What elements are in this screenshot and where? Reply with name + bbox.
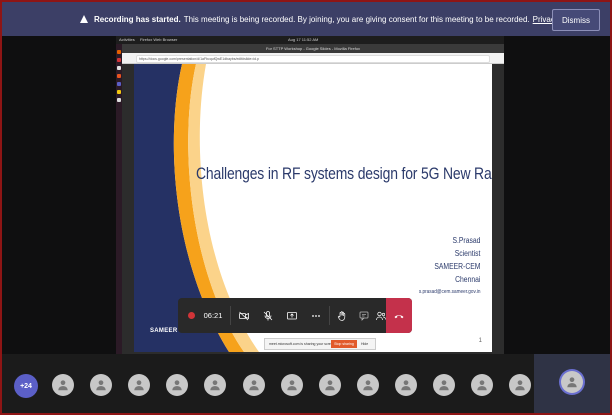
raise-hand-button[interactable]	[331, 298, 353, 333]
recording-indicator	[184, 298, 198, 333]
person-icon	[515, 380, 525, 391]
hang-up-icon	[394, 314, 404, 318]
sameer-logo: SAMEER	[150, 328, 178, 334]
hide-share-notice-button[interactable]: Hide	[361, 339, 368, 349]
hang-up-button[interactable]	[386, 298, 412, 333]
url-field: https://docs.google.com/presentation/d/1…	[136, 55, 490, 63]
os-activities: Activities	[119, 37, 135, 42]
participant-avatar[interactable]	[433, 374, 455, 396]
person-icon	[363, 380, 373, 391]
app-icon	[117, 74, 121, 78]
author-email: s.prasad@cem.sameer.gov.in	[418, 289, 480, 295]
participant-avatar[interactable]	[356, 374, 379, 396]
meeting-toolbar: 06:21	[178, 298, 412, 333]
person-icon	[134, 380, 144, 391]
browser-title: For STTP Workshop - Google Slides - Mozi…	[122, 44, 504, 53]
firefox-icon	[117, 50, 121, 54]
record-icon	[187, 312, 195, 319]
screen-share-notice: meet.microsoft.com is sharing your scree…	[264, 338, 376, 350]
participant-avatar[interactable]	[509, 374, 532, 396]
person-icon	[58, 380, 68, 391]
person-icon	[210, 380, 221, 391]
browser-toolbar: https://docs.google.com/presentation/d/1…	[122, 53, 504, 64]
recording-text: This meeting is being recorded. By joini…	[183, 14, 530, 24]
participant-avatar[interactable]	[394, 374, 417, 396]
recording-banner: Recording has started. This meeting is b…	[2, 2, 610, 36]
person-icon	[477, 380, 487, 391]
slide-title: Challenges in RF systems design for 5G N…	[196, 164, 492, 183]
chat-icon	[359, 311, 369, 321]
os-clock: Aug 17 11:52 AM	[288, 37, 319, 42]
person-icon	[567, 377, 577, 388]
recording-title: Recording has started.	[94, 14, 181, 24]
share-screen-button[interactable]	[280, 298, 304, 333]
participant-avatar[interactable]	[166, 374, 189, 396]
meeting-window: Recording has started. This meeting is b…	[2, 2, 610, 413]
app-icon	[117, 82, 121, 86]
warning-icon	[80, 15, 88, 23]
author-name: S.Prasad	[452, 236, 480, 245]
participant-avatar[interactable]	[471, 374, 494, 396]
person-icon	[325, 380, 335, 391]
recording-message: Recording has started. This meeting is b…	[80, 2, 582, 36]
participant-avatar[interactable]	[204, 374, 227, 396]
person-icon	[96, 380, 106, 391]
dismiss-button[interactable]: Dismiss	[552, 9, 600, 31]
mic-toggle-button[interactable]	[256, 298, 280, 333]
files-icon	[117, 66, 121, 70]
author-org: SAMEER-CEM	[433, 262, 480, 271]
camera-off-icon	[239, 311, 249, 320]
share-notice-text: meet.microsoft.com is sharing your scree…	[269, 342, 336, 346]
share-screen-icon	[287, 311, 297, 319]
call-timer: 06:21	[203, 311, 223, 320]
person-icon	[286, 380, 297, 391]
person-icon	[401, 380, 411, 391]
participant-avatar[interactable]	[242, 374, 265, 396]
participant-avatar[interactable]	[280, 374, 303, 396]
os-dock	[116, 44, 122, 356]
stop-sharing-button[interactable]: Stop sharing	[331, 340, 357, 348]
app-icon	[117, 58, 121, 62]
participant-strip: +24	[2, 354, 610, 413]
author-city: Chennai	[454, 275, 480, 284]
participant-avatar[interactable]	[318, 374, 341, 396]
app-icon	[117, 90, 121, 94]
raise-hand-icon	[337, 310, 346, 321]
mic-off-icon	[263, 310, 273, 320]
participant-avatar[interactable]	[90, 374, 113, 396]
os-app-name: Firefox Web Browser	[140, 37, 178, 42]
ellipsis-icon	[312, 314, 320, 317]
author-block: S.Prasad Scientist SAMEER-CEM Chennai s.…	[418, 234, 480, 298]
chat-button[interactable]	[353, 298, 375, 333]
participant-avatar[interactable]	[52, 374, 74, 396]
more-actions-button[interactable]	[304, 298, 328, 333]
camera-toggle-button[interactable]	[232, 298, 256, 333]
participant-avatar	[561, 371, 583, 393]
slide-number: 1	[478, 338, 482, 344]
author-role: Scientist	[454, 249, 480, 258]
person-icon	[248, 380, 259, 391]
app-icon	[117, 98, 121, 102]
more-participants-button[interactable]: +24	[14, 374, 38, 398]
person-icon	[172, 380, 182, 391]
active-participant-tile[interactable]	[534, 354, 610, 413]
participant-avatar[interactable]	[128, 374, 151, 396]
os-top-bar: Activities Firefox Web Browser Aug 17 11…	[116, 36, 504, 44]
person-icon	[439, 380, 449, 391]
